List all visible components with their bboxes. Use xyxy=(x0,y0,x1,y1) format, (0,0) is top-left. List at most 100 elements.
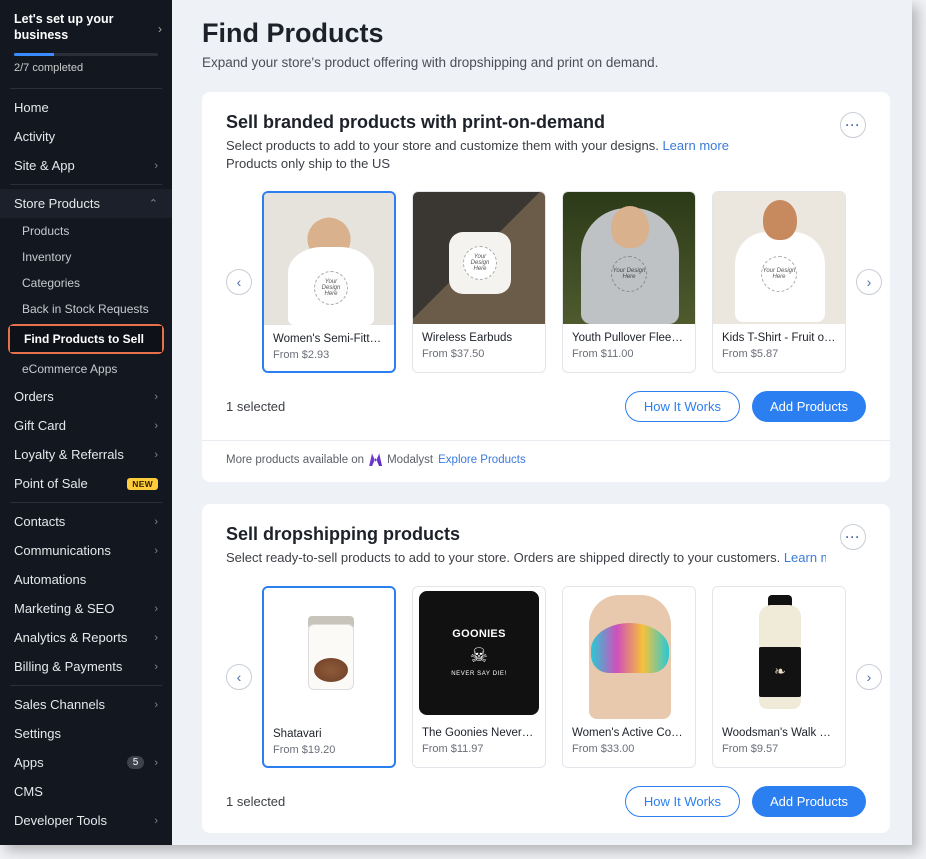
nav-apps[interactable]: Apps5› xyxy=(0,748,172,777)
sub-inventory[interactable]: Inventory xyxy=(0,244,172,270)
ds-desc: Select ready-to-sell products to add to … xyxy=(226,549,826,567)
chevron-right-icon: › xyxy=(154,391,158,403)
product-price: From $11.00 xyxy=(572,348,686,360)
product-price: From $5.87 xyxy=(722,348,836,360)
page-title: Find Products xyxy=(202,18,890,49)
nav-cms[interactable]: CMS xyxy=(0,777,172,806)
chevron-right-icon: › xyxy=(154,661,158,673)
nav-store-products[interactable]: Store Products⌃ xyxy=(0,189,172,218)
chevron-right-icon: › xyxy=(154,603,158,615)
nav-sales-channels[interactable]: Sales Channels› xyxy=(0,690,172,719)
product-image: GOONIES☠NEVER SAY DIE! xyxy=(413,587,545,719)
nav-communications[interactable]: Communications› xyxy=(0,536,172,565)
product-card[interactable]: Your Design Here Youth Pullover Fleece …… xyxy=(562,191,696,373)
carousel-next-button[interactable]: › xyxy=(856,664,882,690)
product-card[interactable]: Women's Active Comf… From $33.00 xyxy=(562,586,696,768)
nav-site-app[interactable]: Site & App› xyxy=(0,151,172,180)
product-card[interactable]: GOONIES☠NEVER SAY DIE! The Goonies Never… xyxy=(412,586,546,768)
new-badge: NEW xyxy=(127,478,158,490)
product-price: From $9.57 xyxy=(722,743,836,755)
product-name: Woodsman's Walk Bea… xyxy=(722,727,836,739)
product-name: Women's Semi-Fitted … xyxy=(273,333,385,345)
product-price: From $33.00 xyxy=(572,743,686,755)
ds-title: Sell dropshipping products xyxy=(226,524,826,545)
product-card[interactable]: Your Design Here Kids T-Shirt - Fruit of… xyxy=(712,191,846,373)
nav-automations[interactable]: Automations xyxy=(0,565,172,594)
product-name: Kids T-Shirt - Fruit of t… xyxy=(722,332,836,344)
nav-developer-tools[interactable]: Developer Tools› xyxy=(0,806,172,835)
add-products-button[interactable]: Add Products xyxy=(752,391,866,422)
divider xyxy=(10,502,162,503)
sub-ecommerce-apps[interactable]: eCommerce Apps xyxy=(0,356,172,382)
more-icon[interactable]: ··· xyxy=(840,112,866,138)
progress-bar-fill xyxy=(14,53,54,56)
selected-count: 1 selected xyxy=(226,399,285,414)
product-card[interactable]: ❧ Woodsman's Walk Bea… From $9.57 xyxy=(712,586,846,768)
how-it-works-button[interactable]: How It Works xyxy=(625,391,740,422)
product-image xyxy=(563,587,695,719)
explore-products-link[interactable]: Explore Products xyxy=(438,454,526,466)
product-image: ❧ xyxy=(713,587,845,719)
product-name: Wireless Earbuds xyxy=(422,332,536,344)
nav-orders[interactable]: Orders› xyxy=(0,382,172,411)
nav-billing[interactable]: Billing & Payments› xyxy=(0,652,172,681)
pod-title: Sell branded products with print-on-dema… xyxy=(226,112,729,133)
sub-back-in-stock[interactable]: Back in Stock Requests xyxy=(0,296,172,322)
nav-loyalty[interactable]: Loyalty & Referrals› xyxy=(0,440,172,469)
product-image: Your Design Here xyxy=(563,192,695,324)
product-card[interactable]: ✓ Shatavari From $19.20 xyxy=(262,586,396,768)
more-icon[interactable]: ··· xyxy=(840,524,866,550)
chevron-right-icon: › xyxy=(154,815,158,827)
nav-gift-card[interactable]: Gift Card› xyxy=(0,411,172,440)
page-subtitle: Expand your store's product offering wit… xyxy=(202,55,890,70)
product-card[interactable]: Your Design Here Wireless Earbuds From $… xyxy=(412,191,546,373)
nav-home[interactable]: Home xyxy=(0,93,172,122)
add-products-button[interactable]: Add Products xyxy=(752,786,866,817)
carousel-prev-button[interactable]: ‹ xyxy=(226,664,252,690)
nav-point-of-sale[interactable]: Point of SaleNEW xyxy=(0,469,172,498)
pod-desc: Select products to add to your store and… xyxy=(226,137,729,173)
product-image xyxy=(264,588,394,720)
selected-count: 1 selected xyxy=(226,794,285,809)
dropship-card: Sell dropshipping products Select ready-… xyxy=(202,504,890,832)
nav-settings[interactable]: Settings xyxy=(0,719,172,748)
chevron-right-icon: › xyxy=(154,160,158,172)
apps-count-badge: 5 xyxy=(127,756,145,769)
ds-learn-more-link[interactable]: Learn mo xyxy=(784,550,826,565)
nav-analytics[interactable]: Analytics & Reports› xyxy=(0,623,172,652)
divider xyxy=(10,184,162,185)
how-it-works-button[interactable]: How It Works xyxy=(625,786,740,817)
chevron-right-icon: › xyxy=(154,516,158,528)
chevron-right-icon: › xyxy=(154,757,158,769)
product-price: From $2.93 xyxy=(273,349,385,361)
chevron-right-icon: › xyxy=(154,699,158,711)
chevron-right-icon: › xyxy=(158,22,162,36)
product-price: From $37.50 xyxy=(422,348,536,360)
active-sub-highlight: Find Products to Sell xyxy=(8,324,164,354)
chevron-right-icon: › xyxy=(154,449,158,461)
chevron-right-icon: › xyxy=(154,632,158,644)
sub-products[interactable]: Products xyxy=(0,218,172,244)
product-card[interactable]: ✓ Your Design Here Women's Semi-Fitted …… xyxy=(262,191,396,373)
progress-bar-track xyxy=(14,53,158,56)
product-name: Shatavari xyxy=(273,728,385,740)
product-price: From $11.97 xyxy=(422,743,536,755)
pod-learn-more-link[interactable]: Learn more xyxy=(662,138,728,153)
sidebar: Let's set up your business › 2/7 complet… xyxy=(0,0,172,845)
nav-activity[interactable]: Activity xyxy=(0,122,172,151)
sub-categories[interactable]: Categories xyxy=(0,270,172,296)
carousel-next-button[interactable]: › xyxy=(856,269,882,295)
carousel-prev-button[interactable]: ‹ xyxy=(226,269,252,295)
setup-block[interactable]: Let's set up your business › 2/7 complet… xyxy=(0,6,172,84)
chevron-right-icon: › xyxy=(154,420,158,432)
divider xyxy=(10,88,162,89)
sub-find-products[interactable]: Find Products to Sell xyxy=(10,326,162,352)
product-image: Your Design Here xyxy=(713,192,845,324)
product-name: Women's Active Comf… xyxy=(572,727,686,739)
more-products-row: More products available on Modalyst Expl… xyxy=(226,441,866,466)
chevron-right-icon: › xyxy=(154,545,158,557)
nav-contacts[interactable]: Contacts› xyxy=(0,507,172,536)
chevron-up-icon: ⌃ xyxy=(149,197,158,210)
nav-marketing[interactable]: Marketing & SEO› xyxy=(0,594,172,623)
ds-carousel: ‹ ✓ Shatavari From $19.20 xyxy=(226,586,866,768)
